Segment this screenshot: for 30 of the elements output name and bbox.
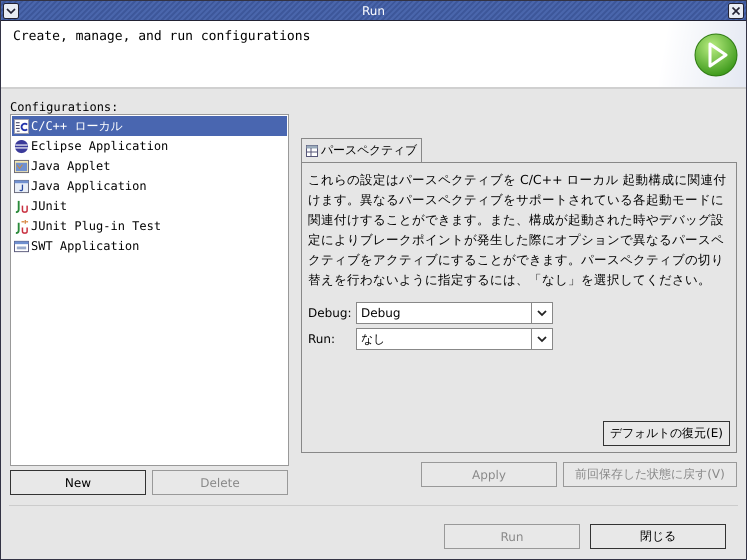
configuration-item[interactable]: Java Applet [12, 156, 287, 176]
window-title: Run [362, 4, 385, 18]
java-config-icon [14, 178, 29, 194]
header-message: Create, manage, and run configurations [13, 29, 310, 45]
dropdown-field[interactable]: Debug [356, 302, 553, 324]
plugin-config-icon [14, 218, 29, 234]
configuration-item[interactable]: C/C++ ローカル [12, 116, 287, 136]
configuration-item[interactable]: SWT Application [12, 236, 287, 256]
swt-config-icon [14, 238, 29, 254]
table-icon [306, 144, 318, 156]
play-icon [694, 33, 738, 77]
eclipse-config-icon [14, 138, 29, 154]
menu-icon[interactable] [3, 2, 19, 18]
configuration-item[interactable]: Eclipse Application [12, 136, 287, 156]
configuration-item[interactable]: JUnit [12, 196, 287, 216]
perspective-tab[interactable]: パースペクティブ [301, 138, 422, 162]
description-text: これらの設定はパースペクティブを C/C++ ローカル 起動構成に関連付けます。異なるパースペクティブをサポートされている各起動モードに関連付けすることができます。また、構成が起動された時やデバッグ設定によりブレークポイントが発生した際にオプションで異なるパースペクティブをアクティブにすることができます。パースペクティブの切り替えを行わないように指定するには、「なし」を選択してください。 [308, 171, 728, 289]
c-config-icon [14, 118, 29, 134]
configurations-label: Configurations: [10, 100, 120, 113]
field-label: Run: [308, 332, 336, 346]
configuration-item[interactable]: Java Application [12, 176, 287, 196]
new-button[interactable]: New [10, 470, 146, 495]
close-button[interactable]: 閉じる [590, 524, 726, 549]
applet-config-icon [14, 158, 29, 174]
dropdown-field[interactable]: なし [356, 328, 553, 350]
close-icon[interactable] [728, 2, 744, 18]
restore-defaults-button[interactable]: デフォルトの復元(E) [603, 421, 730, 446]
field-label: Debug: [308, 306, 353, 320]
configuration-item[interactable]: JUnit Plug-in Test [12, 216, 287, 236]
junit-config-icon [14, 198, 29, 214]
